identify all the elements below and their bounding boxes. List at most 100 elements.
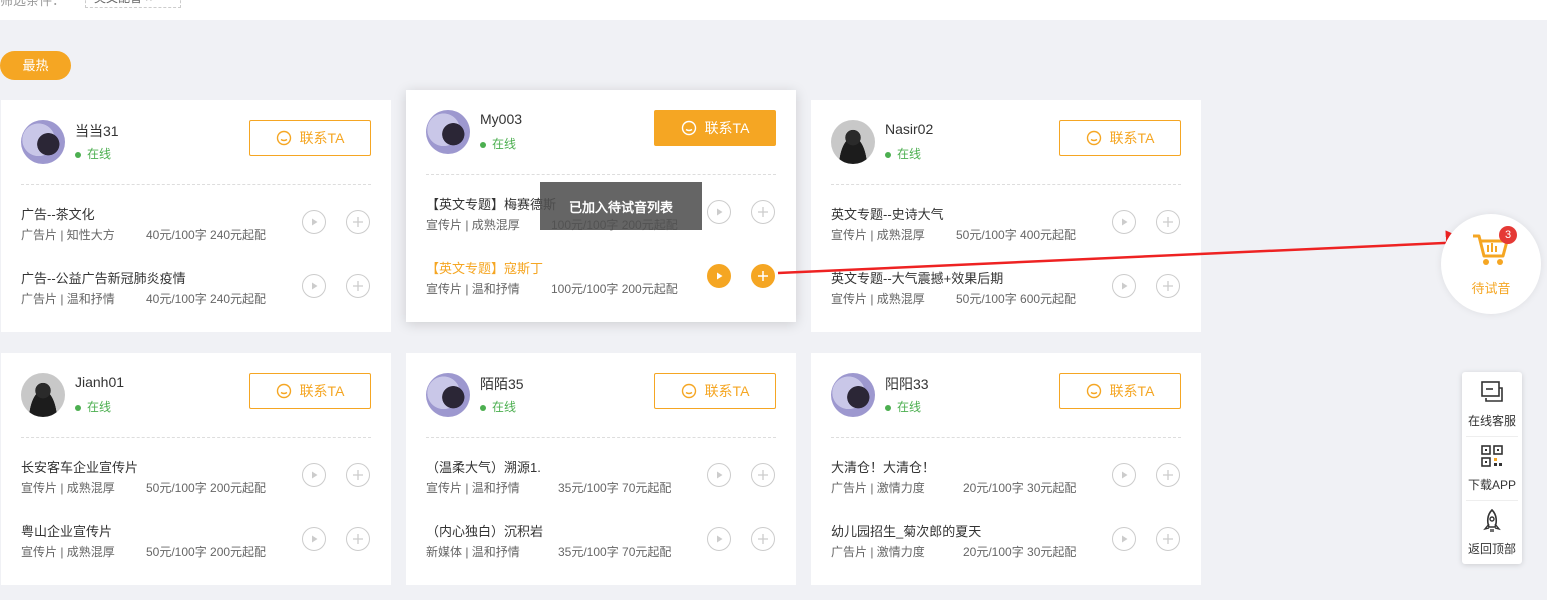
avatar[interactable] xyxy=(21,373,65,417)
play-button[interactable] xyxy=(1112,210,1136,234)
track-price: 40元/100字 240元起配 xyxy=(146,228,267,242)
play-button[interactable] xyxy=(707,463,731,487)
play-button[interactable] xyxy=(707,200,731,224)
online-status-text: 在线 xyxy=(897,147,922,161)
add-to-list-button[interactable] xyxy=(346,274,370,298)
plus-icon xyxy=(1163,534,1173,544)
actor-name[interactable]: 当当31 xyxy=(75,121,119,141)
online-status: 在线 xyxy=(75,398,111,415)
divider xyxy=(831,184,1181,185)
tool-label: 下载APP xyxy=(1467,478,1516,492)
track-price: 50元/100字 400元起配 xyxy=(956,228,1077,242)
online-dot-icon xyxy=(75,404,81,411)
avatar[interactable] xyxy=(426,373,470,417)
tool-label: 返回顶部 xyxy=(1467,542,1516,556)
plus-icon xyxy=(1163,470,1173,480)
track-title[interactable]: 粤山企业宣传片 xyxy=(21,521,112,540)
track-meta: 宣传片 | 成熟混厚 xyxy=(831,228,925,242)
contact-button[interactable]: 联系TA xyxy=(654,110,776,146)
plus-icon xyxy=(1163,217,1173,227)
audition-cart-button[interactable]: 3 待试音 xyxy=(1441,214,1541,314)
track-title[interactable]: 长安客车企业宣传片 xyxy=(21,457,138,476)
actor-name[interactable]: 陌陌35 xyxy=(480,374,524,394)
voice-actor-card: 当当31 在线 联系TA 广告--茶文化 广告片 | 知性大方 40元/100字… xyxy=(1,100,391,332)
online-dot-icon xyxy=(480,141,486,148)
track-price: 35元/100字 70元起配 xyxy=(558,545,672,559)
divider xyxy=(426,174,776,175)
online-service-button[interactable]: 在线客服 xyxy=(1462,372,1522,436)
contact-button[interactable]: 联系TA xyxy=(249,373,371,409)
track-title[interactable]: 【英文专题】梅赛德斯 xyxy=(426,194,556,213)
track-title[interactable]: （内心独白）沉积岩 xyxy=(426,521,543,540)
track-title[interactable]: （温柔大气）溯源1. xyxy=(426,457,541,476)
online-status-text: 在线 xyxy=(897,400,922,414)
avatar[interactable] xyxy=(831,120,875,164)
add-to-list-button[interactable] xyxy=(751,527,775,551)
track-item: 英文专题--史诗大气 宣传片 | 成熟混厚 50元/100字 400元起配 xyxy=(831,204,1181,248)
hot-section-tag[interactable]: 最热 xyxy=(0,51,71,80)
actor-name[interactable]: 阳阳33 xyxy=(885,374,929,394)
avatar[interactable] xyxy=(426,110,470,154)
track-price: 100元/100字 200元起配 xyxy=(551,282,678,296)
track-meta: 广告片 | 温和抒情 xyxy=(21,292,115,306)
play-button[interactable] xyxy=(302,463,326,487)
add-to-list-button[interactable] xyxy=(346,527,370,551)
track-title[interactable]: 广告--茶文化 xyxy=(21,204,95,223)
add-to-list-button[interactable] xyxy=(1156,274,1180,298)
chat-bubble-icon xyxy=(681,120,696,136)
play-button[interactable] xyxy=(302,274,326,298)
plus-icon xyxy=(758,470,768,480)
track-title[interactable]: 幼儿园招生_菊次郎的夏天 xyxy=(831,521,981,540)
play-icon xyxy=(717,272,723,280)
divider xyxy=(426,437,776,438)
contact-button[interactable]: 联系TA xyxy=(654,373,776,409)
track-title[interactable]: 广告--公益广告新冠肺炎疫情 xyxy=(21,268,186,287)
contact-button[interactable]: 联系TA xyxy=(249,120,371,156)
avatar[interactable] xyxy=(21,120,65,164)
play-button[interactable] xyxy=(1112,527,1136,551)
play-button[interactable] xyxy=(707,527,731,551)
add-to-list-button[interactable] xyxy=(346,463,370,487)
play-icon xyxy=(717,208,723,216)
track-price: 50元/100字 200元起配 xyxy=(146,481,267,495)
actor-name[interactable]: My003 xyxy=(480,111,522,127)
play-button[interactable] xyxy=(302,210,326,234)
track-title[interactable]: 英文专题--大气震撼+效果后期 xyxy=(831,268,1003,287)
add-to-list-button[interactable] xyxy=(1156,463,1180,487)
contact-button[interactable]: 联系TA xyxy=(1059,120,1181,156)
play-button[interactable] xyxy=(1112,463,1136,487)
contact-label: 联系TA xyxy=(299,383,345,399)
add-to-list-button[interactable] xyxy=(751,463,775,487)
track-item-selected: 【英文专题】寇斯丁 宣传片 | 温和抒情 100元/100字 200元起配 xyxy=(426,258,776,302)
actor-name[interactable]: Jianh01 xyxy=(75,374,124,390)
play-button[interactable] xyxy=(707,264,731,288)
back-to-top-button[interactable]: 返回顶部 xyxy=(1462,500,1522,564)
contact-button[interactable]: 联系TA xyxy=(1059,373,1181,409)
add-to-list-button[interactable] xyxy=(346,210,370,234)
play-icon xyxy=(312,282,318,290)
play-button[interactable] xyxy=(302,527,326,551)
add-to-list-button[interactable] xyxy=(751,200,775,224)
track-title[interactable]: 英文专题--史诗大气 xyxy=(831,204,944,223)
play-icon xyxy=(1122,218,1128,226)
plus-icon xyxy=(758,271,768,281)
add-to-list-button[interactable] xyxy=(751,264,775,288)
actor-name[interactable]: Nasir02 xyxy=(885,121,933,137)
filter-chip[interactable]: 英文配音 × xyxy=(85,0,181,8)
plus-icon xyxy=(353,281,363,291)
download-app-button[interactable]: 下载APP xyxy=(1462,436,1522,500)
track-title[interactable]: 大清仓！大清仓！ xyxy=(831,457,935,476)
tool-label: 在线客服 xyxy=(1467,414,1516,428)
add-to-list-button[interactable] xyxy=(1156,210,1180,234)
plus-icon xyxy=(353,534,363,544)
contact-label: 联系TA xyxy=(299,130,345,146)
play-icon xyxy=(1122,535,1128,543)
avatar[interactable] xyxy=(831,373,875,417)
chat-bubble-icon xyxy=(681,383,696,399)
track-item: 英文专题--大气震撼+效果后期 宣传片 | 成熟混厚 50元/100字 600元… xyxy=(831,268,1181,312)
add-to-list-button[interactable] xyxy=(1156,527,1180,551)
side-toolbar: 在线客服 下载APP 返回顶部 xyxy=(1462,372,1522,564)
play-button[interactable] xyxy=(1112,274,1136,298)
track-price: 20元/100字 30元起配 xyxy=(963,545,1077,559)
track-title[interactable]: 【英文专题】寇斯丁 xyxy=(426,258,543,277)
